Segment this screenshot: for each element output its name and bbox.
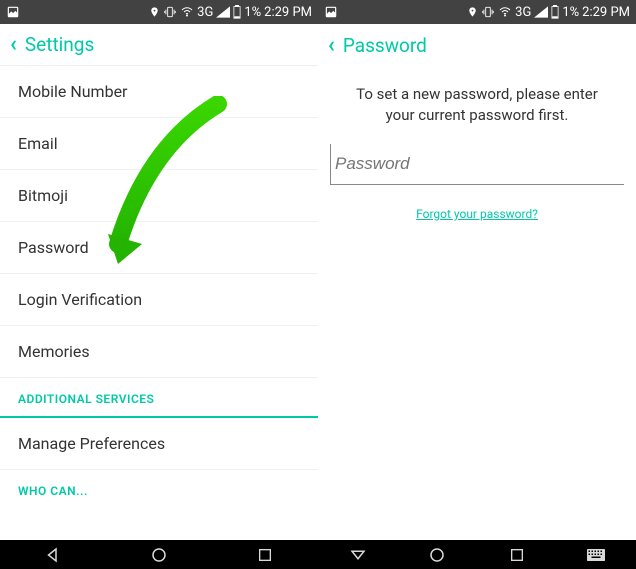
- password-header: ‹ Password: [318, 24, 636, 66]
- signal-icon: [534, 6, 548, 18]
- password-input[interactable]: [330, 144, 624, 185]
- vibrate-icon: [481, 5, 495, 19]
- wifi-icon: [498, 6, 512, 18]
- battery-pct: 1%: [244, 5, 261, 20]
- page-title: Password: [343, 34, 427, 57]
- page-title: Settings: [25, 33, 94, 56]
- status-bar-right: 3G 1% 2:29 PM: [318, 0, 636, 24]
- nav-back-button[interactable]: [33, 546, 73, 564]
- status-bar-left: 3G 1% 2:29 PM: [0, 0, 318, 24]
- vibrate-icon: [163, 5, 177, 19]
- settings-list: Mobile Number Email Bitmoji Password Log…: [0, 66, 318, 540]
- forgot-password-link[interactable]: Forgot your password?: [318, 207, 636, 221]
- nav-recent-button[interactable]: [245, 547, 285, 563]
- settings-item-mobile-number[interactable]: Mobile Number: [0, 66, 318, 118]
- settings-item-login-verification[interactable]: Login Verification: [0, 274, 318, 326]
- clock-time: 2:29 PM: [264, 5, 312, 20]
- settings-item-manage-preferences[interactable]: Manage Preferences: [0, 418, 318, 470]
- battery-pct: 1%: [562, 5, 579, 20]
- network-label: 3G: [515, 5, 531, 20]
- battery-icon: [233, 5, 241, 19]
- instruction-text: To set a new password, please enter your…: [318, 66, 636, 144]
- android-nav-bar: [0, 540, 636, 569]
- clock-time: 2:29 PM: [582, 5, 630, 20]
- nav-keyboard-icon[interactable]: [576, 548, 616, 562]
- nav-back-button-ime[interactable]: [338, 546, 378, 564]
- nav-recent-button[interactable]: [497, 547, 537, 563]
- back-button[interactable]: ‹: [10, 32, 17, 57]
- section-additional-services: ADDITIONAL SERVICES: [0, 378, 318, 418]
- wifi-icon: [180, 6, 194, 18]
- password-screen: 3G 1% 2:29 PM ‹ Password To set a new pa…: [318, 0, 636, 540]
- settings-item-memories[interactable]: Memories: [0, 326, 318, 378]
- settings-item-email[interactable]: Email: [0, 118, 318, 170]
- location-icon: [467, 5, 478, 19]
- location-icon: [149, 5, 160, 19]
- nav-home-button[interactable]: [139, 546, 179, 564]
- settings-item-bitmoji[interactable]: Bitmoji: [0, 170, 318, 222]
- settings-item-password[interactable]: Password: [0, 222, 318, 274]
- signal-icon: [216, 6, 230, 18]
- back-button[interactable]: ‹: [328, 33, 335, 58]
- screenshot-icon: [6, 5, 20, 19]
- section-who-can: WHO CAN...: [0, 470, 318, 500]
- battery-icon: [551, 5, 559, 19]
- settings-header: ‹ Settings: [0, 24, 318, 66]
- network-label: 3G: [197, 5, 213, 20]
- nav-home-button[interactable]: [417, 546, 457, 564]
- settings-screen: 3G 1% 2:29 PM ‹ Settings Mobile Number E…: [0, 0, 318, 540]
- screenshot-icon: [324, 5, 338, 19]
